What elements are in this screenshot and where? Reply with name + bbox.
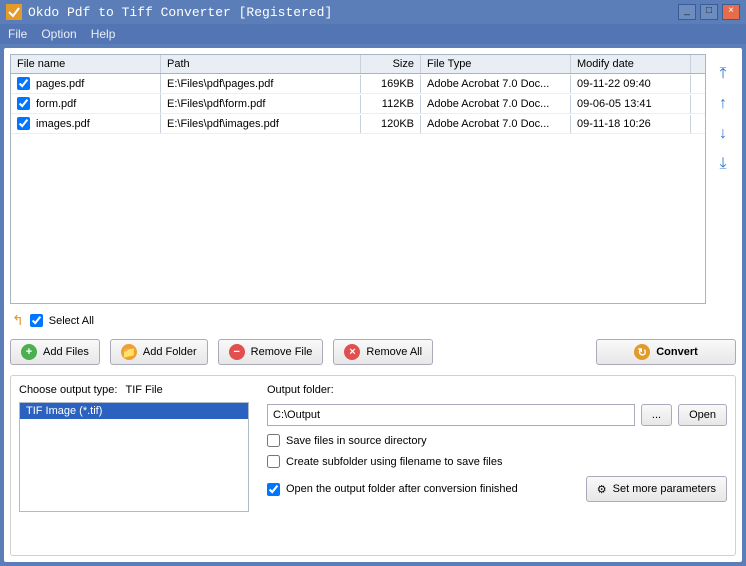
move-bottom-button[interactable]: ⤓ <box>714 156 732 174</box>
col-header-date[interactable]: Modify date <box>571 55 691 73</box>
table-row[interactable]: images.pdf E:\Files\pdf\images.pdf120KBAd… <box>11 114 705 134</box>
cell-name: form.pdf <box>36 98 76 110</box>
minimize-button[interactable]: _ <box>678 4 696 20</box>
move-down-button[interactable]: ↓ <box>714 126 732 144</box>
maximize-button[interactable]: □ <box>700 4 718 20</box>
save-source-checkbox[interactable] <box>267 434 280 447</box>
type-item[interactable]: TIF Image (*.tif) <box>20 403 248 419</box>
app-icon <box>6 4 22 20</box>
output-folder-panel: Output folder: ... Open Save files in so… <box>267 384 727 547</box>
table-header: File name Path Size File Type Modify dat… <box>11 55 705 74</box>
cell-path: E:\Files\pdf\images.pdf <box>161 115 361 133</box>
select-all-row: ↰ Select All <box>12 312 736 329</box>
cell-path: E:\Files\pdf\form.pdf <box>161 95 361 113</box>
menu-option[interactable]: Option <box>41 27 76 41</box>
more-parameters-button[interactable]: ⚙ Set more parameters <box>586 476 727 502</box>
plus-icon: + <box>21 344 37 360</box>
output-type-label: Choose output type: <box>19 384 117 396</box>
menu-help[interactable]: Help <box>91 27 116 41</box>
add-folder-button[interactable]: 📁 Add Folder <box>110 339 208 365</box>
cell-type: Adobe Acrobat 7.0 Doc... <box>421 75 571 93</box>
cell-name: images.pdf <box>36 118 90 130</box>
open-after-checkbox[interactable] <box>267 483 280 496</box>
table-row[interactable]: pages.pdf E:\Files\pdf\pages.pdf169KBAdob… <box>11 74 705 94</box>
convert-label: Convert <box>656 346 698 358</box>
open-folder-button[interactable]: Open <box>678 404 727 426</box>
cell-date: 09-06-05 13:41 <box>571 95 691 113</box>
menu-bar: File Option Help <box>0 24 746 44</box>
select-all-checkbox[interactable] <box>30 314 43 327</box>
browse-button[interactable]: ... <box>641 404 672 426</box>
col-header-name[interactable]: File name <box>11 55 161 73</box>
row-checkbox[interactable] <box>17 117 30 130</box>
gear-icon: ⚙ <box>597 483 607 496</box>
bottom-panel: Choose output type: TIF File TIF Image (… <box>10 375 736 556</box>
cell-size: 120KB <box>361 115 421 133</box>
folder-up-icon[interactable]: ↰ <box>12 312 24 329</box>
save-source-label: Save files in source directory <box>286 435 427 447</box>
move-up-button[interactable]: ↑ <box>714 96 732 114</box>
window-title: Okdo Pdf to Tiff Converter [Registered] <box>28 5 672 20</box>
file-table[interactable]: File name Path Size File Type Modify dat… <box>10 54 706 304</box>
convert-button[interactable]: ↻ Convert <box>596 339 736 365</box>
cell-type: Adobe Acrobat 7.0 Doc... <box>421 95 571 113</box>
reorder-controls: ⤒ ↑ ↓ ⤓ <box>710 54 736 304</box>
add-files-label: Add Files <box>43 346 89 358</box>
col-header-path[interactable]: Path <box>161 55 361 73</box>
remove-all-label: Remove All <box>366 346 422 358</box>
table-row[interactable]: form.pdf E:\Files\pdf\form.pdf112KBAdobe … <box>11 94 705 114</box>
output-type-current: TIF File <box>125 384 162 396</box>
move-top-button[interactable]: ⤒ <box>714 66 732 84</box>
table-body: pages.pdfE:\Files\pdf\pages.pdf169KBAdob… <box>11 74 705 134</box>
cell-size: 169KB <box>361 75 421 93</box>
output-folder-input[interactable] <box>267 404 635 426</box>
close-button[interactable]: × <box>722 4 740 20</box>
toolbar: + Add Files 📁 Add Folder − Remove File ×… <box>10 339 736 365</box>
add-folder-label: Add Folder <box>143 346 197 358</box>
cell-date: 09-11-22 09:40 <box>571 75 691 93</box>
subfolder-label: Create subfolder using filename to save … <box>286 456 502 468</box>
file-list-area: File name Path Size File Type Modify dat… <box>10 54 736 304</box>
cell-name: pages.pdf <box>36 78 84 90</box>
open-after-label: Open the output folder after conversion … <box>286 483 518 495</box>
select-all-label: Select All <box>49 315 94 327</box>
row-checkbox[interactable] <box>17 77 30 90</box>
app-window: Okdo Pdf to Tiff Converter [Registered] … <box>0 0 746 566</box>
row-checkbox[interactable] <box>17 97 30 110</box>
menu-file[interactable]: File <box>8 27 27 41</box>
output-type-panel: Choose output type: TIF File TIF Image (… <box>19 384 249 547</box>
title-bar: Okdo Pdf to Tiff Converter [Registered] … <box>0 0 746 24</box>
main-body: File name Path Size File Type Modify dat… <box>4 48 742 562</box>
remove-file-button[interactable]: − Remove File <box>218 339 324 365</box>
add-files-button[interactable]: + Add Files <box>10 339 100 365</box>
cell-type: Adobe Acrobat 7.0 Doc... <box>421 115 571 133</box>
col-header-type[interactable]: File Type <box>421 55 571 73</box>
remove-file-label: Remove File <box>251 346 313 358</box>
convert-icon: ↻ <box>634 344 650 360</box>
cell-path: E:\Files\pdf\pages.pdf <box>161 75 361 93</box>
subfolder-checkbox[interactable] <box>267 455 280 468</box>
x-icon: × <box>344 344 360 360</box>
minus-icon: − <box>229 344 245 360</box>
window-controls: _ □ × <box>678 4 740 20</box>
folder-icon: 📁 <box>121 344 137 360</box>
remove-all-button[interactable]: × Remove All <box>333 339 433 365</box>
cell-size: 112KB <box>361 95 421 113</box>
more-parameters-label: Set more parameters <box>613 483 716 495</box>
output-folder-label: Output folder: <box>267 384 727 396</box>
type-list[interactable]: TIF Image (*.tif) <box>19 402 249 512</box>
col-header-size[interactable]: Size <box>361 55 421 73</box>
cell-date: 09-11-18 10:26 <box>571 115 691 133</box>
